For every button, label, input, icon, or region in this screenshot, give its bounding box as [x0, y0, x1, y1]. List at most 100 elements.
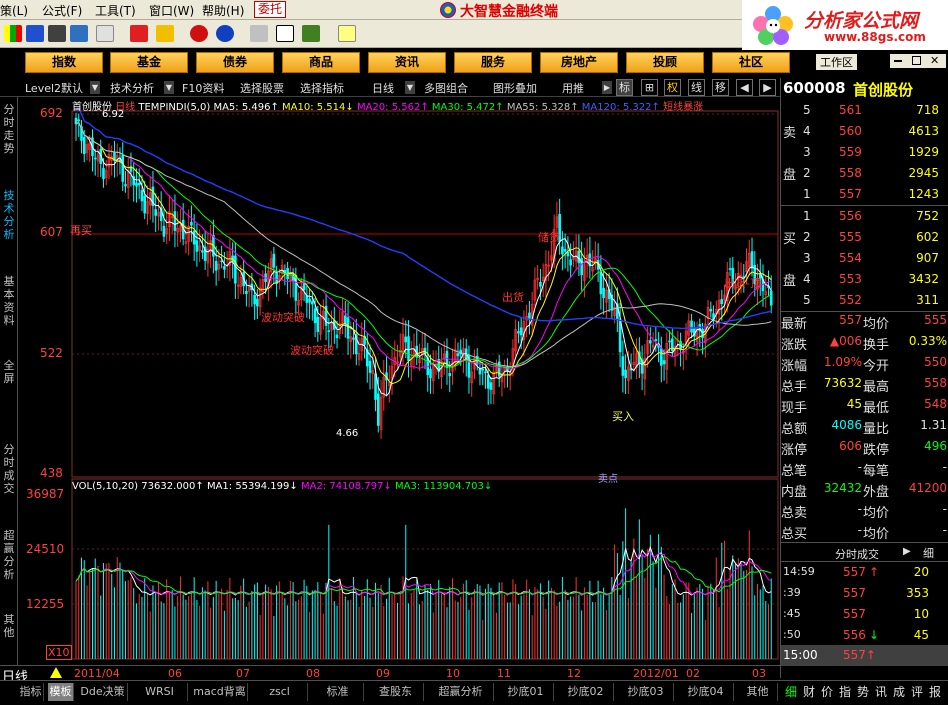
tick-row[interactable]: 14:59 557 ↑ 20 — [781, 562, 948, 583]
tick-row[interactable]: :50 556 ↓ 45 — [781, 625, 948, 646]
dropdown-arrow-icon[interactable]: ▼ — [90, 81, 100, 94]
bottom-tab[interactable]: WRSI — [132, 683, 188, 701]
close-icon[interactable]: ✕ — [930, 54, 939, 67]
sell-row[interactable]: 3 559 1929 — [781, 142, 948, 163]
kline-svg[interactable] — [18, 97, 780, 665]
buy-row[interactable]: 1 556 752 — [781, 206, 948, 227]
menu-strategy[interactable]: 策(L) — [0, 2, 28, 19]
sub-f10[interactable]: F10资料 — [182, 80, 224, 96]
sell-row[interactable]: 4 560 4613 — [781, 121, 948, 142]
quote-tab[interactable]: 报 — [926, 683, 944, 701]
buy-row[interactable]: 4 553 3432 — [781, 269, 948, 290]
nav-index[interactable]: 指数 — [25, 52, 103, 73]
restore-icon[interactable] — [912, 56, 921, 65]
diamond-icon[interactable] — [156, 25, 174, 42]
bottom-tab[interactable]: 其他 — [738, 683, 778, 701]
sub-technical[interactable]: 技术分析 — [110, 80, 154, 96]
help-pointer-icon[interactable] — [338, 25, 356, 42]
tick-row[interactable]: :45 557 10 — [781, 604, 948, 625]
sub-select-indicator[interactable]: 选择指标 — [300, 80, 344, 96]
bottom-tab[interactable]: 超赢分析 — [428, 683, 494, 701]
scroll-right-icon[interactable]: ▶ — [602, 81, 612, 94]
sub-multi-chart[interactable]: 多图组合 — [424, 80, 468, 96]
ticks-detail-icon[interactable]: 细 — [923, 545, 934, 561]
sidebar-tab-other[interactable]: 其他 — [1, 613, 17, 639]
buy-row[interactable]: 3 554 907 — [781, 248, 948, 269]
nav-bond[interactable]: 债券 — [196, 52, 274, 73]
people-icon[interactable] — [70, 25, 88, 42]
binoculars-icon[interactable] — [48, 25, 66, 42]
crosshair-icon[interactable]: ⊞ — [641, 79, 658, 96]
print-icon[interactable] — [250, 25, 268, 42]
ticks-next-icon[interactable]: ▶ — [903, 546, 911, 557]
nav-realestate[interactable]: 房地产 — [540, 52, 618, 73]
menu-formula[interactable]: 公式(F) — [42, 2, 82, 19]
toggle-rights[interactable]: 权 — [664, 79, 681, 96]
buy-row[interactable]: 5 552 311 — [781, 290, 948, 311]
sell-row[interactable]: 5 561 718 — [781, 100, 948, 121]
nav-community[interactable]: 社区 — [712, 52, 790, 73]
nav-service[interactable]: 服务 — [454, 52, 532, 73]
sub-select-stock[interactable]: 选择股票 — [240, 80, 284, 96]
sub-push[interactable]: 用推 — [562, 80, 584, 96]
stock-name[interactable]: 首创股份 — [853, 79, 913, 100]
quote-tab[interactable]: 成 — [890, 683, 908, 701]
window-icon[interactable] — [26, 25, 44, 42]
stock-code[interactable]: 600008 — [783, 79, 846, 97]
nav-advisor[interactable]: 投顾 — [626, 52, 704, 73]
bottom-tab[interactable]: 抄底01 — [498, 683, 554, 701]
next-icon[interactable]: ▶ — [759, 79, 776, 96]
sidebar-tab-timeshare[interactable]: 分时走势 — [1, 103, 17, 155]
bottom-tab[interactable]: Dde决策 — [78, 683, 128, 701]
tick-row[interactable]: :39 557 353 — [781, 583, 948, 604]
bottom-tab[interactable]: zscl — [252, 683, 308, 701]
toggle-move[interactable]: 移 — [712, 79, 729, 96]
menu-tools[interactable]: 工具(T) — [95, 2, 136, 19]
sell-row[interactable]: 2 558 2945 — [781, 163, 948, 184]
minimize-icon[interactable] — [894, 60, 902, 62]
bottom-tab[interactable]: 抄底04 — [678, 683, 734, 701]
bottom-tab[interactable]: 模板 — [48, 683, 74, 701]
bottom-tab[interactable]: 标准 — [312, 683, 364, 701]
sidebar-tab-fullscreen[interactable]: 全屏 — [1, 359, 17, 385]
quote-tab[interactable]: 指 — [836, 683, 854, 701]
globe-icon[interactable] — [216, 25, 234, 42]
bottom-tab[interactable]: 抄底03 — [618, 683, 674, 701]
bottom-tab[interactable]: macd背离 — [192, 683, 248, 701]
sell-row[interactable]: 1 557 1243 — [781, 184, 948, 205]
bottom-tab[interactable]: 查股东 — [368, 683, 424, 701]
quote-tab[interactable]: 财 — [800, 683, 818, 701]
sub-daily[interactable]: 日线 — [372, 80, 394, 96]
dropdown-arrow-icon[interactable]: ▼ — [405, 81, 415, 94]
quote-tab[interactable]: 细 — [782, 683, 800, 701]
nav-commodity[interactable]: 商品 — [282, 52, 360, 73]
menu-help[interactable]: 帮助(H) — [202, 2, 244, 19]
alert-icon[interactable] — [130, 25, 148, 42]
dropdown-arrow-icon[interactable]: ▼ — [164, 81, 174, 94]
chart-grid-icon[interactable] — [4, 25, 22, 42]
kline-chart-area[interactable]: 首创股份 日线 TEMPINDI(5,0) MA5: 5.496↑ MA10: … — [18, 97, 780, 665]
quote-tab[interactable]: 评 — [908, 683, 926, 701]
sidebar-tab-super-analysis[interactable]: 超赢分析 — [1, 529, 17, 581]
bottom-tab[interactable]: 抄底02 — [558, 683, 614, 701]
entrust-button[interactable]: 委托 — [254, 1, 286, 18]
workspace-tab[interactable]: 工作区 — [816, 54, 857, 70]
sub-overlay[interactable]: 图形叠加 — [493, 80, 537, 96]
quote-tab[interactable]: 讯 — [872, 683, 890, 701]
nav-fund[interactable]: 基金 — [110, 52, 188, 73]
toggle-mark[interactable]: 标 — [616, 79, 633, 96]
sidebar-tab-trades[interactable]: 分时成交 — [1, 443, 17, 495]
toggle-line[interactable]: 线 — [688, 79, 705, 96]
buy-row[interactable]: 2 555 602 — [781, 227, 948, 248]
sidebar-tab-fundamentals[interactable]: 基本资料 — [1, 275, 17, 327]
prev-icon[interactable]: ◀ — [736, 79, 753, 96]
layout-icon[interactable] — [276, 25, 294, 42]
quote-tab[interactable]: 价 — [818, 683, 836, 701]
record-icon[interactable] — [190, 25, 208, 42]
bottom-tab[interactable]: 指标 — [18, 683, 44, 701]
sub-level2[interactable]: Level2默认 — [25, 80, 83, 96]
nav-news[interactable]: 资讯 — [368, 52, 446, 73]
menu-window[interactable]: 窗口(W) — [149, 2, 194, 19]
sidebar-tab-technical[interactable]: 技术分析 — [1, 189, 17, 241]
books-icon[interactable] — [302, 25, 320, 42]
